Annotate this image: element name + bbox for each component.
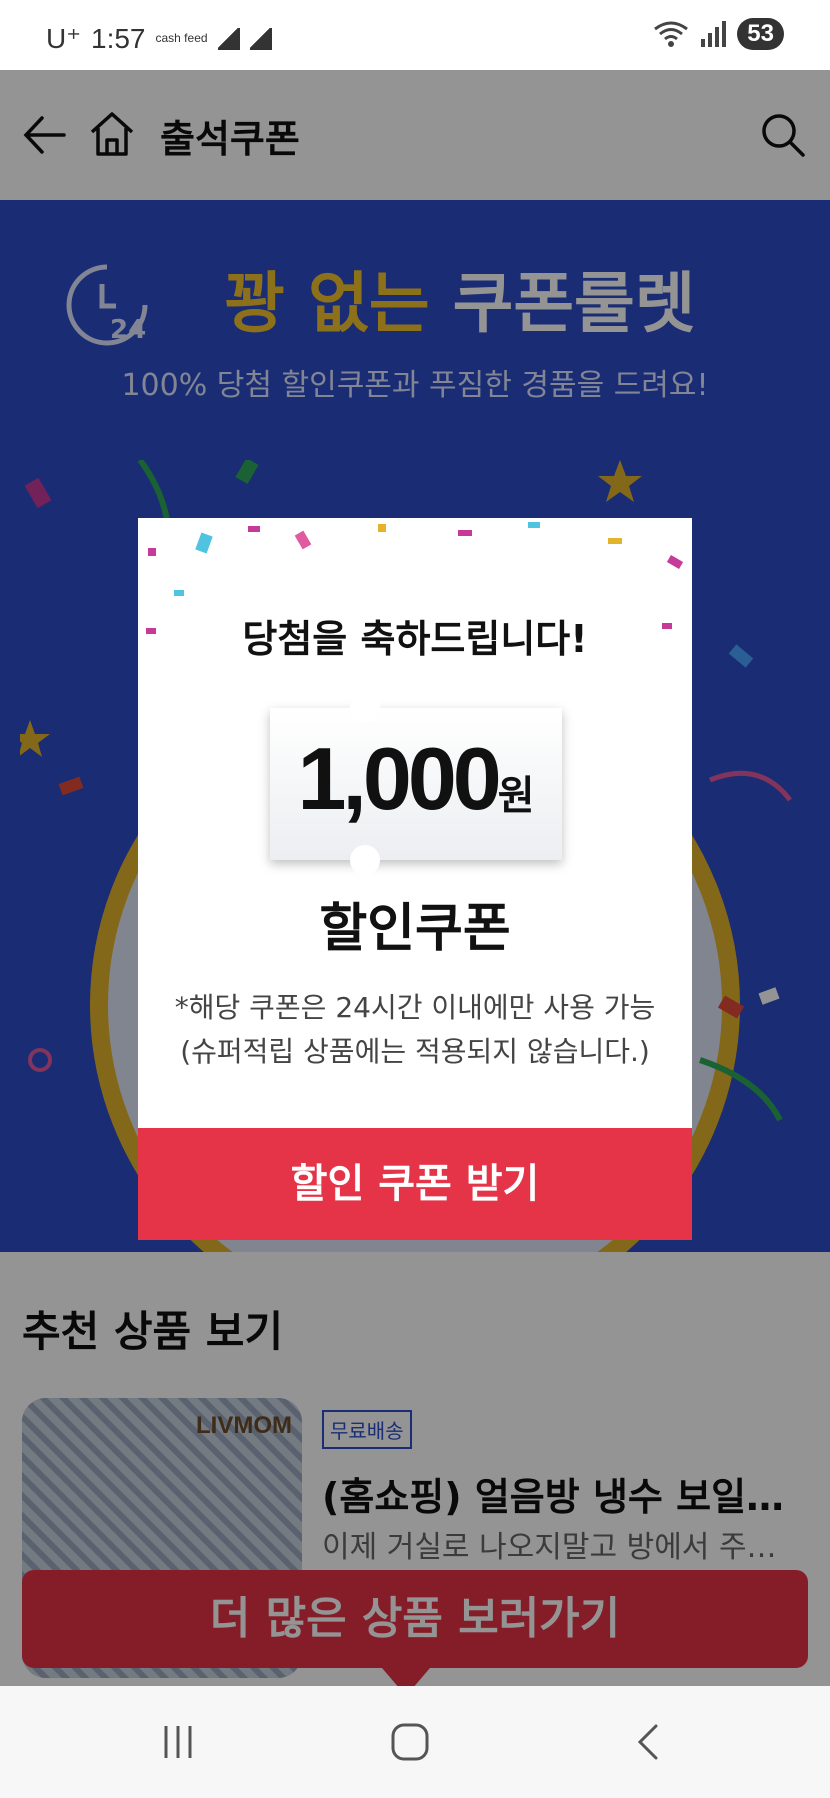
- status-right: 53: [653, 18, 784, 50]
- coupon-type: 할인쿠폰: [319, 899, 511, 959]
- wifi-icon: [654, 21, 689, 47]
- congrats-title: 당첨을 축하드립니다!: [242, 617, 588, 661]
- notification-icon: [217, 27, 240, 50]
- ticket-notch: [350, 693, 380, 723]
- cashfeed-icon: cash feed: [155, 31, 208, 45]
- recents-icon[interactable]: [158, 1722, 198, 1762]
- win-modal: 당첨을 축하드립니다! 1,000원 할인쿠폰 *해당 쿠폰은 24시간 이내에…: [138, 518, 692, 1240]
- battery-icon: 53: [737, 18, 784, 50]
- home-circle-icon[interactable]: [390, 1722, 430, 1762]
- coupon-amount-value: 1,000: [297, 729, 501, 828]
- ticket-notch: [350, 845, 380, 875]
- status-time: 1:57: [91, 22, 146, 54]
- signal-icon: [701, 21, 727, 47]
- coupon-ticket: 1,000원: [270, 693, 562, 875]
- coupon-note-line1: *해당 쿠폰은 24시간 이내에만 사용 가능: [174, 991, 656, 1024]
- notification-icon: [249, 27, 272, 50]
- coupon-amount: 1,000원: [270, 728, 562, 830]
- get-coupon-button[interactable]: 할인 쿠폰 받기: [138, 1128, 692, 1240]
- coupon-note-line2: (슈퍼적립 상품에는 적용되지 않습니다.): [180, 1035, 650, 1068]
- back-chevron-icon[interactable]: [628, 1722, 668, 1762]
- system-nav-bar: [0, 1686, 830, 1798]
- coupon-amount-unit: 원: [497, 773, 535, 819]
- carrier-label: U⁺: [46, 23, 81, 54]
- coupon-note: *해당 쿠폰은 24시간 이내에만 사용 가능 (슈퍼적립 상품에는 적용되지 …: [138, 986, 692, 1074]
- status-bar: U⁺ 1:57 cash feed 53: [0, 0, 830, 70]
- status-left: U⁺ 1:57 cash feed: [46, 22, 272, 55]
